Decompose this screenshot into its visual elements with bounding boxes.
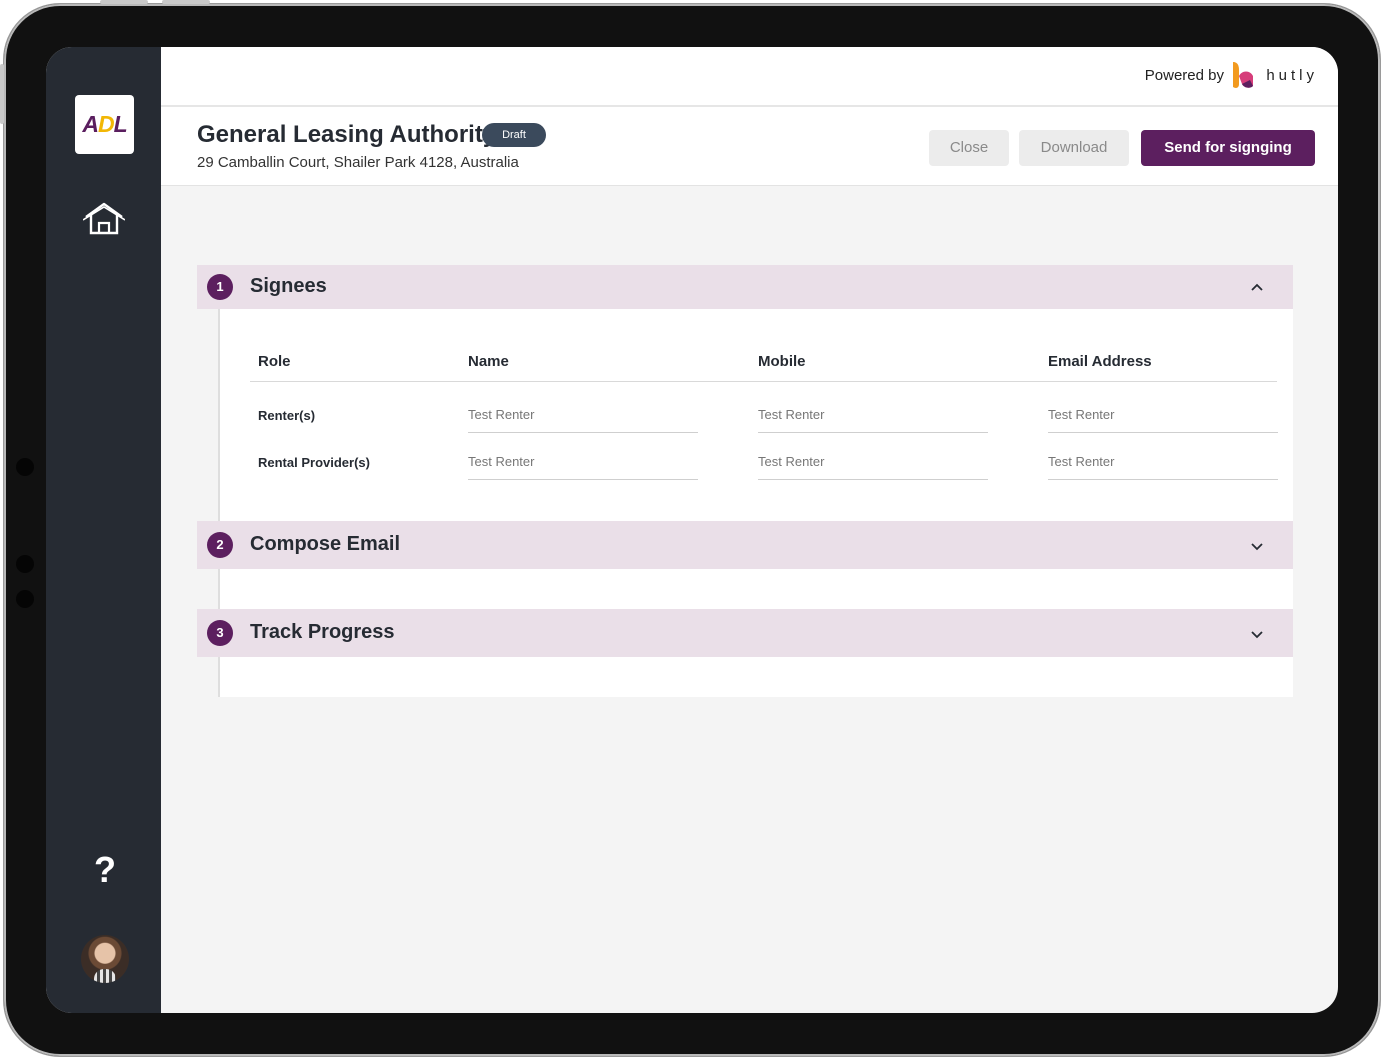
- page-title: General Leasing Authority: [197, 121, 497, 148]
- section-title: Track Progress: [250, 621, 395, 643]
- sidebar: ADL ?: [46, 47, 161, 1013]
- email-field[interactable]: Test Renter: [1048, 453, 1278, 480]
- hutly-wordmark: hutly: [1266, 67, 1318, 84]
- chevron-down-icon[interactable]: [1249, 626, 1265, 642]
- section-title: Compose Email: [250, 533, 401, 555]
- camera-dot: [16, 555, 34, 573]
- section-header-signees[interactable]: 1 Signees: [197, 265, 1293, 309]
- column-header-email: Email Address: [1048, 353, 1152, 370]
- mobile-field[interactable]: Test Renter: [758, 406, 988, 433]
- camera-dot: [16, 590, 34, 608]
- role-label: Rental Provider(s): [258, 455, 370, 470]
- hutly-logo-icon: [1233, 62, 1253, 88]
- device-top-button: [162, 0, 210, 4]
- role-label: Renter(s): [258, 408, 316, 423]
- section-header-compose-email[interactable]: 2 Compose Email: [197, 521, 1293, 569]
- email-field[interactable]: Test Renter: [1048, 406, 1278, 433]
- header-divider: [250, 381, 1277, 382]
- device-side-button: [0, 64, 4, 124]
- compose-email-panel: [218, 569, 1293, 609]
- download-button[interactable]: Download: [1019, 130, 1129, 166]
- mobile-field[interactable]: Test Renter: [758, 453, 988, 480]
- logo-letter: L: [113, 111, 128, 137]
- accordion: 1 Signees Role Name Mobile Email Address…: [197, 265, 1293, 697]
- section-header-track-progress[interactable]: 3 Track Progress: [197, 609, 1293, 657]
- name-field[interactable]: Test Renter: [468, 406, 698, 433]
- step-number: 1: [207, 274, 233, 300]
- close-button[interactable]: Close: [929, 130, 1009, 166]
- name-field[interactable]: Test Renter: [468, 453, 698, 480]
- signees-table: Role Name Mobile Email Address Renter(s)…: [220, 309, 1293, 521]
- logo-letter: A: [82, 111, 99, 137]
- column-header-name: Name: [468, 353, 509, 370]
- step-number: 2: [207, 532, 233, 558]
- app-screen: ADL ? Powered by hutly General Leasing A…: [46, 47, 1338, 1013]
- logo-letter: D: [97, 111, 115, 137]
- powered-by-label: Powered by: [1144, 67, 1224, 84]
- help-icon[interactable]: ?: [90, 850, 120, 890]
- send-for-signing-button[interactable]: Send for signging: [1141, 130, 1315, 166]
- status-badge: Draft: [482, 123, 546, 147]
- top-bar: Powered by hutly: [161, 47, 1338, 107]
- app-logo[interactable]: ADL: [75, 95, 134, 154]
- property-address: 29 Camballin Court, Shailer Park 4128, A…: [197, 154, 519, 171]
- home-icon[interactable]: [83, 201, 125, 237]
- column-header-role: Role: [258, 353, 291, 370]
- column-header-mobile: Mobile: [758, 353, 806, 370]
- chevron-down-icon[interactable]: [1249, 538, 1265, 554]
- camera-dot: [16, 458, 34, 476]
- chevron-up-icon[interactable]: [1249, 279, 1265, 295]
- device-top-button: [100, 0, 148, 4]
- signees-panel: Role Name Mobile Email Address Renter(s)…: [218, 309, 1293, 521]
- document-header: General Leasing Authority Draft 29 Camba…: [161, 107, 1338, 186]
- track-progress-panel: [218, 657, 1293, 697]
- step-number: 3: [207, 620, 233, 646]
- avatar[interactable]: [81, 935, 129, 983]
- section-title: Signees: [250, 275, 327, 297]
